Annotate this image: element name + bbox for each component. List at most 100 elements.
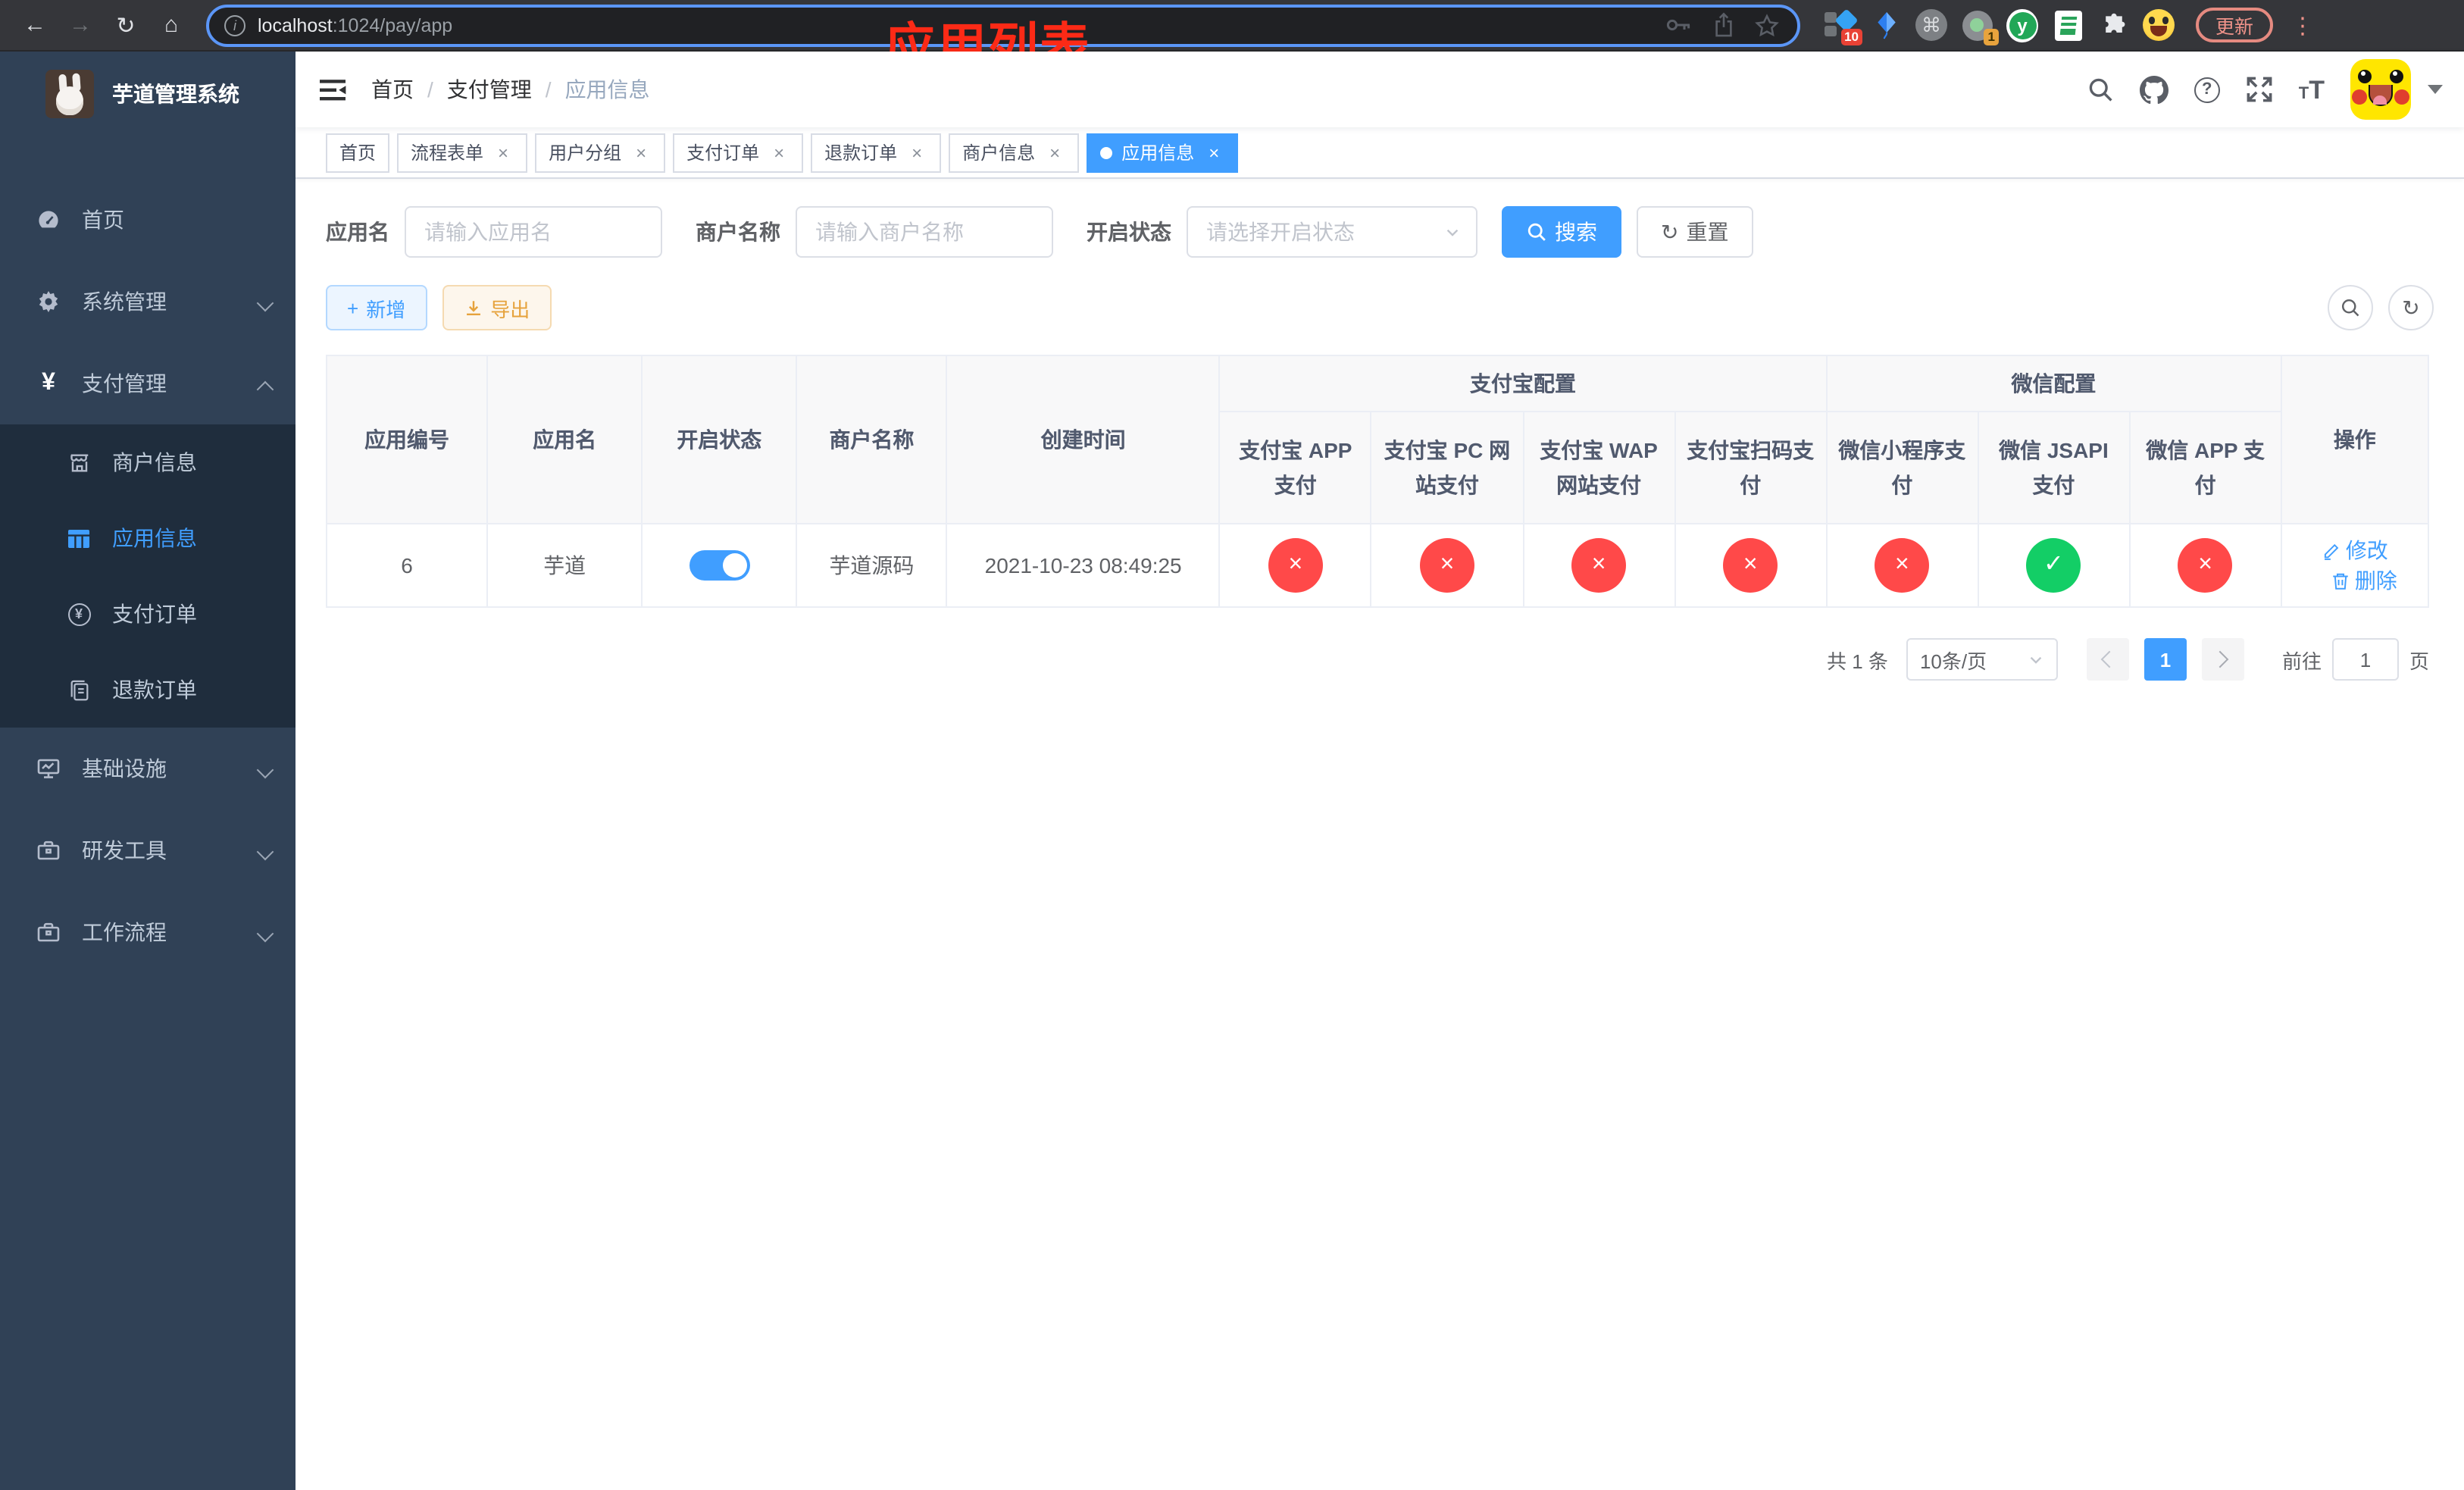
bookmark-star-icon[interactable]	[1755, 13, 1779, 37]
breadcrumb-home[interactable]: 首页	[371, 74, 414, 105]
tab-app-info[interactable]: 应用信息 ×	[1087, 133, 1239, 172]
sidebar-item-refund-order[interactable]: 退款订单	[0, 652, 295, 728]
sidebar-item-home[interactable]: 首页	[0, 179, 295, 261]
profile-emoji-icon[interactable]	[2143, 9, 2175, 41]
next-page-button[interactable]	[2201, 638, 2244, 681]
close-icon[interactable]: ×	[768, 142, 790, 163]
storefront-icon	[67, 450, 91, 474]
extension-command-icon[interactable]: ⌘	[1915, 9, 1947, 41]
browser-home-icon[interactable]: ⌂	[152, 5, 191, 45]
font-size-icon[interactable]: TT	[2299, 77, 2325, 102]
close-icon[interactable]: ×	[630, 142, 652, 163]
sidebar-item-workflow[interactable]: 工作流程	[0, 891, 295, 973]
share-icon[interactable]	[1712, 12, 1735, 38]
chevron-down-icon	[259, 294, 274, 309]
goto-page-input[interactable]	[2331, 638, 2399, 681]
github-icon[interactable]	[2139, 75, 2169, 104]
sidebar-item-infrastructure[interactable]: 基础设施	[0, 728, 295, 809]
breadcrumb-payment[interactable]: 支付管理	[447, 74, 532, 105]
delete-link[interactable]: 删除	[2331, 565, 2397, 596]
wechat-app-status-icon: ×	[2178, 538, 2233, 593]
url-path: :1024/pay/app	[332, 14, 453, 36]
tab-merchant-info[interactable]: 商户信息 ×	[949, 133, 1080, 172]
app-name-input[interactable]	[405, 206, 662, 258]
close-icon[interactable]: ×	[492, 142, 514, 163]
tab-home[interactable]: 首页	[326, 133, 390, 172]
grid-table-icon	[67, 526, 91, 550]
refresh-icon: ↻	[1661, 219, 1679, 243]
password-key-icon[interactable]	[1665, 17, 1693, 33]
extension-notes-icon[interactable]	[2052, 9, 2084, 41]
extension-tray-icon[interactable]: 1	[1961, 9, 1999, 45]
close-icon[interactable]: ×	[1203, 142, 1224, 163]
page-size-select[interactable]: 10条/页	[1906, 638, 2058, 681]
sidebar-item-app-info[interactable]: 应用信息	[0, 500, 295, 576]
table-row: 6 芋道 芋道源码 2021-10-23 08:49:25 × × × × × …	[325, 523, 2430, 608]
close-icon[interactable]: ×	[906, 142, 927, 163]
sidebar-item-dev-tools[interactable]: 研发工具	[0, 809, 295, 891]
chevron-right-icon	[2212, 650, 2230, 668]
refresh-icon: ↻	[2402, 295, 2420, 319]
fullscreen-icon[interactable]	[2246, 76, 2273, 103]
total-count: 共 1 条	[1827, 650, 1888, 672]
sidebar-item-system[interactable]: 系统管理	[0, 261, 295, 343]
close-icon[interactable]: ×	[1044, 142, 1065, 163]
yen-icon: ¥	[42, 370, 55, 396]
extension-blue-diamond-icon[interactable]: 10	[1825, 8, 1862, 45]
add-button[interactable]: + 新增	[326, 285, 427, 330]
yen-circle-icon: ¥	[67, 602, 91, 626]
sidebar-item-label: 基础设施	[82, 756, 167, 781]
extension-y-icon[interactable]: y	[2006, 8, 2038, 42]
tab-pay-order[interactable]: 支付订单 ×	[673, 133, 804, 172]
sidebar-item-pay-order[interactable]: ¥ 支付订单	[0, 576, 295, 652]
browser-back-icon[interactable]: ←	[15, 5, 55, 45]
sidebar-item-label: 退款订单	[112, 678, 197, 702]
refresh-table-button[interactable]: ↻	[2388, 285, 2434, 330]
extension-kite-icon[interactable]	[1870, 9, 1902, 41]
export-button[interactable]: 导出	[442, 285, 552, 330]
status-select[interactable]: 请选择开启状态	[1187, 206, 1477, 258]
current-page-button[interactable]: 1	[2143, 638, 2187, 681]
tab-process-form[interactable]: 流程表单 ×	[397, 133, 528, 172]
chrome-menu-icon[interactable]: ⋮	[2291, 11, 2314, 39]
site-info-icon[interactable]: i	[224, 14, 245, 36]
cell-merchant: 芋道源码	[796, 523, 948, 608]
alipay-pc-status-icon: ×	[1419, 538, 1474, 593]
avatar-dropdown-icon[interactable]	[2428, 85, 2443, 94]
user-avatar[interactable]	[2350, 59, 2411, 120]
sidebar-item-label: 系统管理	[82, 290, 167, 314]
tab-user-group[interactable]: 用户分组 ×	[535, 133, 666, 172]
col-alipay-wap: 支付宝 WAP 网站支付	[1521, 411, 1676, 524]
extensions-puzzle-icon[interactable]	[2097, 9, 2129, 41]
toolbox-icon	[36, 920, 61, 944]
sidebar-item-merchant-info[interactable]: 商户信息	[0, 424, 295, 500]
col-status: 开启状态	[641, 355, 798, 524]
url-host: localhost	[258, 14, 333, 36]
sidebar-collapse-icon[interactable]	[320, 78, 347, 101]
logo-area[interactable]: 芋道管理系统	[0, 52, 295, 136]
edit-link[interactable]: 修改	[2322, 535, 2388, 565]
reset-button[interactable]: ↻ 重置	[1637, 206, 1753, 258]
col-group-alipay: 支付宝配置	[1218, 355, 1828, 412]
url-text[interactable]: localhost:1024/pay/app	[258, 14, 1665, 36]
search-button[interactable]: 搜索	[1502, 206, 1621, 258]
search-icon[interactable]	[2087, 76, 2114, 103]
sidebar-item-label: 首页	[82, 208, 124, 232]
tab-refund-order[interactable]: 退款订单 ×	[811, 133, 942, 172]
cell-created: 2021-10-23 08:49:25	[946, 523, 1221, 608]
sidebar-item-label: 研发工具	[82, 838, 167, 862]
sidebar-item-payment[interactable]: ¥ 支付管理	[0, 343, 295, 424]
toolbox-icon	[36, 838, 61, 862]
sidebar-item-label: 应用信息	[112, 526, 197, 550]
help-icon[interactable]: ?	[2194, 77, 2220, 102]
browser-reload-icon[interactable]: ↻	[106, 5, 145, 45]
toggle-search-button[interactable]	[2328, 285, 2373, 330]
status-toggle[interactable]	[689, 550, 750, 581]
merchant-name-input[interactable]	[796, 206, 1053, 258]
address-bar[interactable]: i localhost:1024/pay/app	[206, 4, 1800, 46]
prev-page-button[interactable]	[2086, 638, 2129, 681]
chrome-update-button[interactable]: 更新	[2196, 8, 2274, 42]
download-icon	[466, 300, 480, 315]
page-unit-label: 页	[2409, 650, 2429, 672]
chevron-down-icon	[259, 843, 274, 858]
